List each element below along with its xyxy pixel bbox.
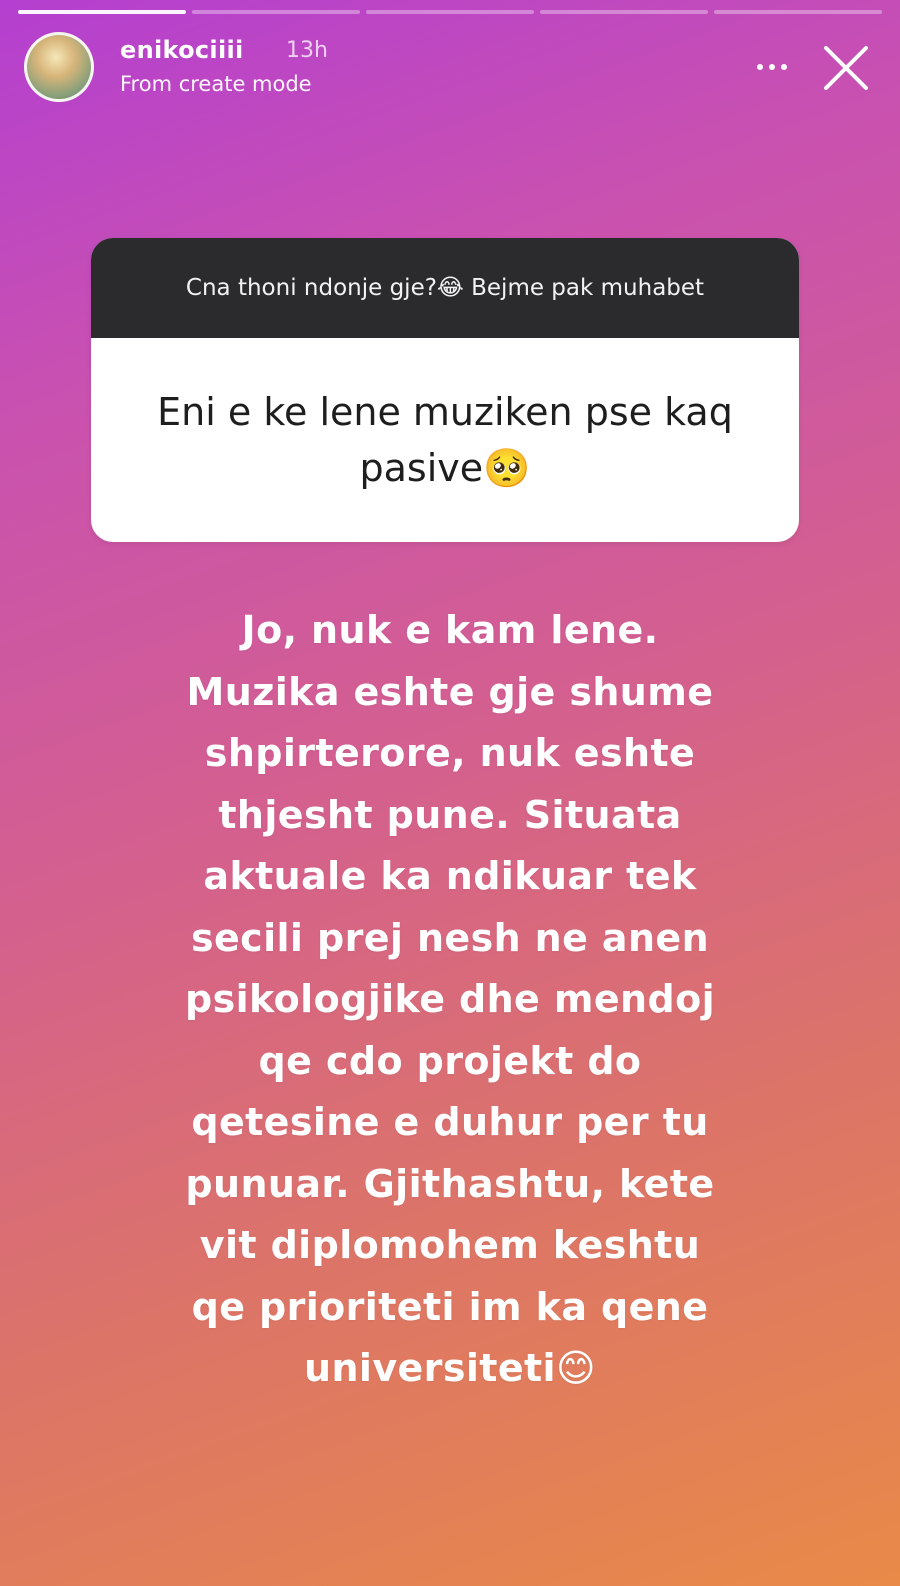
more-horizontal-icon	[757, 64, 763, 70]
answer-line: secili prej nesh ne anen	[190, 915, 710, 960]
answer-line: Muzika eshte gje shume	[186, 669, 714, 714]
answer-line: qe prioriteti im ka qene	[191, 1284, 709, 1329]
avatar[interactable]	[24, 32, 94, 102]
username[interactable]: enikociiii	[120, 36, 244, 64]
answer-line: qe cdo projekt do	[258, 1038, 642, 1083]
answer-line: universiteti😊	[304, 1346, 596, 1390]
more-horizontal-icon	[781, 64, 787, 70]
answer-line: punuar. Gjithashtu, kete	[185, 1161, 715, 1206]
progress-segment	[540, 10, 708, 14]
answer-line: thjesht pune. Situata	[218, 792, 682, 837]
story-header: enikociiii 13h From create mode	[24, 28, 876, 108]
close-button[interactable]	[816, 38, 876, 98]
question-prompt: Cna thoni ndonje gje?😂 Bejme pak muhabet	[91, 238, 799, 338]
story-progress-bar	[18, 10, 882, 14]
answer-line: qetesine e duhur per tu	[191, 1100, 709, 1144]
more-horizontal-icon	[769, 64, 775, 70]
progress-segment	[714, 10, 882, 14]
answer-text: Jo, nuk e kam lene. Muzika eshte gje shu…	[130, 600, 770, 1400]
more-options-button[interactable]	[750, 52, 794, 82]
question-response: Eni e ke lene muziken pse kaq pasive🥺	[157, 390, 733, 490]
answer-line: aktuale ka ndikuar tek	[203, 854, 697, 898]
progress-segment	[192, 10, 360, 14]
answer-line: psikologjike dhe mendoj	[184, 977, 716, 1021]
story-subtitle: From create mode	[120, 72, 312, 96]
post-time: 13h	[286, 38, 328, 63]
answer-line: shpirterore, nuk eshte	[204, 731, 696, 775]
progress-segment	[18, 10, 186, 14]
close-icon	[824, 46, 868, 90]
progress-segment	[366, 10, 534, 14]
answer-line: vit diplomohem keshtu	[199, 1223, 701, 1267]
question-sticker: Cna thoni ndonje gje?😂 Bejme pak muhabet…	[91, 238, 799, 542]
answer-line: Jo, nuk e kam lene.	[241, 608, 659, 652]
